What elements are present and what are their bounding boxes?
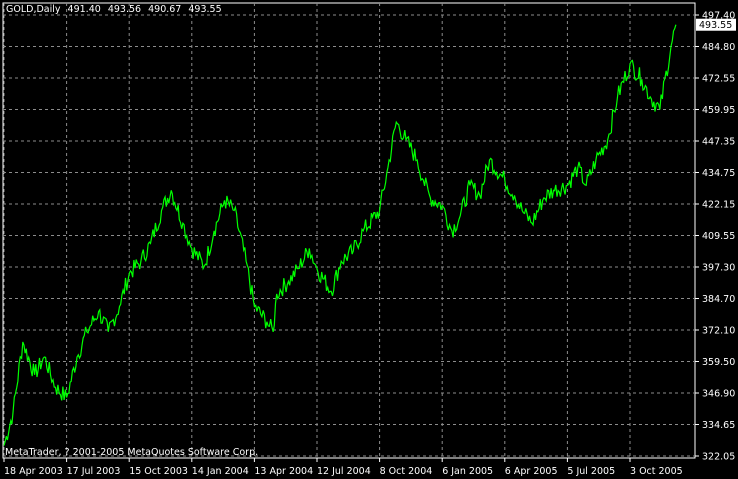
chart-header: GOLD,Daily 491.40 493.56 490.67 493.55 [6, 4, 226, 15]
copyright-text: MetaTrader, ? 2001-2005 MetaQuotes Softw… [5, 447, 259, 458]
y-tick-label: 322.05 [702, 452, 735, 463]
y-tick-label: 397.30 [702, 263, 735, 274]
y-tick-label: 459.95 [702, 105, 735, 116]
x-axis: 18 Apr 2003 17 Jul 2003 15 Oct 2003 14 Jan … [3, 458, 683, 477]
y-tick-label: 447.35 [702, 137, 735, 148]
low-value: 490.67 [148, 4, 182, 15]
close-value: 493.55 [188, 4, 222, 15]
y-tick-label: 346.90 [702, 389, 735, 400]
symbol-label: GOLD,Daily [6, 4, 61, 15]
x-tick-label: 8 Oct 2004 [380, 466, 433, 477]
y-tick-label: 372.10 [702, 326, 735, 337]
y-tick-label: 409.55 [702, 231, 735, 242]
x-tick-label: 12 Jul 2004 [317, 466, 371, 477]
y-tick-label: 472.55 [702, 74, 735, 85]
y-tick-label: 484.80 [702, 42, 735, 53]
chart-frame [2, 2, 696, 459]
x-tick-label: 5 Jul 2005 [567, 466, 615, 477]
y-axis: 497.40484.80472.55459.95447.35434.75422.… [695, 11, 735, 463]
price-chart: 497.40484.80472.55459.95447.35434.75422.… [2, 2, 736, 477]
x-tick-label: 13 Apr 2004 [254, 466, 313, 477]
x-tick-label: 3 Oct 2005 [630, 466, 683, 477]
high-value: 493.56 [107, 4, 142, 15]
x-tick-label: 14 Jan 2004 [192, 466, 249, 477]
open-value: 491.40 [67, 4, 101, 15]
x-tick-label: 6 Apr 2005 [505, 466, 558, 477]
y-tick-label: 384.70 [702, 294, 735, 305]
grid [3, 3, 695, 458]
last-price-label: 493.55 [699, 20, 732, 31]
last-price-marker: 493.55 [696, 18, 736, 31]
x-tick-label: 15 Oct 2003 [129, 466, 188, 477]
x-tick-label: 17 Jul 2003 [67, 466, 121, 477]
y-tick-label: 422.15 [702, 200, 735, 211]
x-tick-label: 18 Apr 2003 [4, 466, 63, 477]
x-tick-label: 6 Jan 2005 [442, 466, 493, 477]
y-tick-label: 359.50 [702, 357, 735, 368]
y-tick-label: 434.75 [702, 168, 735, 179]
y-tick-label: 334.65 [702, 420, 735, 431]
